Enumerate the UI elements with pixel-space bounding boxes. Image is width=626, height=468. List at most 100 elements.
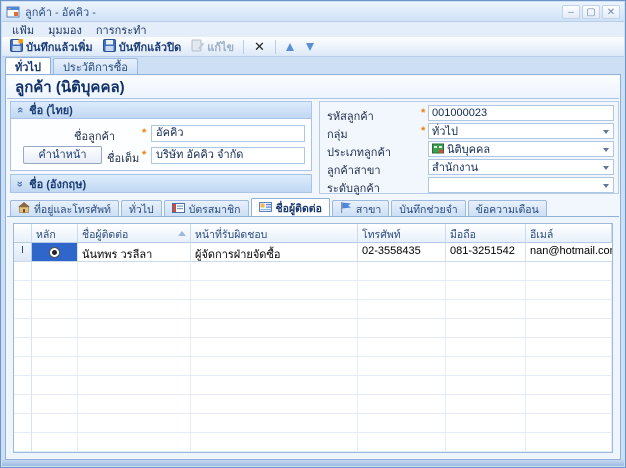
customer-code-input[interactable]: 001000023: [428, 105, 614, 121]
toolbar: บันทึกแล้วเพิ่ม บันทึกแล้วปิด แก้ไข: [2, 37, 624, 57]
customer-name-label: ชื่อลูกค้า: [74, 127, 115, 145]
customer-info-panel: รหัสลูกค้า * 001000023 กลุ่ม * ทั่วไป ปร…: [319, 101, 619, 194]
column-header-responsibility[interactable]: หน้าที่รับผิดชอบ: [191, 224, 358, 243]
window-controls: – ▢ ✕: [562, 5, 620, 19]
toolbar-separator: [275, 40, 276, 54]
titlebar: ลูกค้า - อัคคิว - – ▢ ✕: [2, 2, 624, 22]
column-header-mobile[interactable]: มือถือ: [446, 224, 526, 243]
customer-type-dropdown[interactable]: นิติบุคคล: [428, 141, 614, 157]
section-name-thai-header[interactable]: « ชื่อ (ไทย): [11, 102, 311, 119]
member-card-icon: [172, 203, 185, 216]
save-and-new-label: บันทึกแล้วเพิ่ม: [26, 38, 93, 56]
tab-general[interactable]: ทั่วไป: [5, 57, 51, 75]
empty-row: [14, 452, 612, 453]
section-name-english: « ชื่อ (อังกฤษ): [10, 174, 312, 193]
menu-view[interactable]: มุมมอง: [41, 21, 89, 39]
tab-address-phone-label: ที่อยู่และโทรศัพท์: [34, 201, 111, 218]
tab-detail-general[interactable]: ทั่วไป: [121, 200, 162, 217]
app-window: ลูกค้า - อัคคิว - – ▢ ✕ แฟ้ม มุมมอง การก…: [0, 0, 626, 468]
row-indicator-header: [14, 224, 32, 243]
phone-cell: 02-3558435: [358, 243, 446, 262]
chevron-down-icon: [603, 130, 609, 134]
save-and-new-button[interactable]: บันทึกแล้วเพิ่ม: [6, 37, 97, 57]
tab-general-label: ทั่วไป: [15, 58, 41, 76]
section-name-thai-title: ชื่อ (ไทย): [29, 101, 73, 119]
customer-name-input[interactable]: อัคคิว: [151, 125, 305, 142]
table-row[interactable]: I นันทพร วรลีลา ผู้จัดการฝ่ายจัดซื้อ 02-…: [14, 243, 612, 262]
customer-level-label: ระดับลูกค้า: [327, 179, 380, 197]
customer-level-dropdown[interactable]: [428, 177, 614, 193]
empty-row: [14, 281, 612, 300]
tab-warning-message-label: ข้อความเตือน: [476, 201, 539, 218]
delete-button[interactable]: ✕: [249, 39, 270, 55]
toolbar-separator: [243, 40, 244, 54]
prefix-button[interactable]: คำนำหน้า: [23, 146, 102, 164]
window-title: ลูกค้า - อัคคิว -: [25, 3, 96, 21]
tab-address-phone[interactable]: ที่อยู่และโทรศัพท์: [10, 200, 119, 217]
tab-branch-label: สาขา: [356, 201, 381, 218]
tab-member-card-label: บัตรสมาชิก: [189, 201, 241, 218]
tab-memo[interactable]: บันทึกช่วยจำ: [391, 200, 465, 217]
branch-value: สำนักงาน: [432, 158, 478, 176]
collapse-icon: «: [14, 107, 26, 113]
radio-dot-icon: [52, 250, 57, 255]
customer-code-value: 001000023: [432, 107, 487, 119]
tab-detail-general-label: ทั่วไป: [129, 201, 154, 218]
tab-branch[interactable]: สาขา: [332, 200, 389, 217]
save-and-close-button[interactable]: บันทึกแล้วปิด: [99, 37, 186, 57]
close-button[interactable]: ✕: [602, 5, 620, 19]
empty-row: [14, 319, 612, 338]
empty-row: [14, 338, 612, 357]
menu-file[interactable]: แฟ้ม: [5, 21, 41, 39]
window-bottom-frame: [2, 460, 624, 466]
primary-radio[interactable]: [49, 247, 60, 258]
house-icon: [18, 202, 30, 216]
sort-ascending-icon: [178, 231, 186, 236]
empty-row: [14, 433, 612, 452]
maximize-button[interactable]: ▢: [582, 5, 600, 19]
section-name-english-header[interactable]: « ชื่อ (อังกฤษ): [11, 175, 311, 192]
branch-dropdown[interactable]: สำนักงาน: [428, 159, 614, 175]
contact-card-icon: [259, 202, 272, 215]
column-header-email[interactable]: อีเมล์: [526, 224, 612, 243]
primary-cell: [32, 243, 78, 262]
column-header-primary[interactable]: หลัก: [32, 224, 78, 243]
next-record-button[interactable]: [306, 43, 314, 51]
save-close-icon: [103, 39, 116, 55]
empty-row: [14, 376, 612, 395]
group-dropdown[interactable]: ทั่วไป: [428, 123, 614, 139]
detail-tab-strip: ที่อยู่และโทรศัพท์ ทั่วไป บัตรสมาชิก: [10, 198, 549, 217]
required-marker: *: [421, 125, 425, 137]
chevron-down-icon: [603, 184, 609, 188]
contacts-grid: หลัก ชื่อผู้ติดต่อ หน้าที่รับผิดชอบ โทรศ…: [13, 223, 613, 453]
app-icon: [6, 5, 20, 19]
chevron-down-icon: [603, 166, 609, 170]
column-header-phone[interactable]: โทรศัพท์: [358, 224, 446, 243]
expand-icon: «: [14, 180, 26, 186]
empty-row: [14, 414, 612, 433]
top-tab-strip: ทั่วไป ประวัติการซื้อ: [5, 57, 140, 75]
tab-contacts[interactable]: ชื่อผู้ติดต่อ: [251, 198, 330, 217]
customer-type-value: นิติบุคคล: [447, 140, 490, 158]
tab-warning-message[interactable]: ข้อความเตือน: [468, 200, 547, 217]
minimize-button[interactable]: –: [562, 5, 580, 19]
flag-icon: [340, 202, 352, 216]
full-name-input[interactable]: บริษัท อัคคิว จำกัด: [151, 147, 305, 164]
current-row-indicator: I: [14, 243, 32, 262]
grid-header-row: หลัก ชื่อผู้ติดต่อ หน้าที่รับผิดชอบ โทรศ…: [14, 224, 612, 243]
menu-actions[interactable]: การกระทำ: [89, 21, 154, 39]
menubar: แฟ้ม มุมมอง การกระทำ: [2, 22, 624, 37]
required-marker: *: [142, 127, 146, 139]
previous-record-button[interactable]: [286, 43, 294, 51]
tab-contacts-label: ชื่อผู้ติดต่อ: [276, 200, 322, 217]
mobile-cell: 081-3251542: [446, 243, 526, 262]
page-title: ลูกค้า (นิติบุคคล): [7, 76, 619, 99]
edit-button[interactable]: แก้ไข: [187, 37, 238, 57]
save-add-icon: [10, 39, 23, 55]
column-header-contact-name[interactable]: ชื่อผู้ติดต่อ: [78, 224, 191, 243]
contact-name-cell: นันทพร วรลีลา: [78, 243, 191, 262]
juristic-person-icon: [432, 142, 444, 157]
tab-purchase-history[interactable]: ประวัติการซื้อ: [53, 58, 138, 75]
tab-member-card[interactable]: บัตรสมาชิก: [164, 200, 249, 217]
empty-row: [14, 357, 612, 376]
